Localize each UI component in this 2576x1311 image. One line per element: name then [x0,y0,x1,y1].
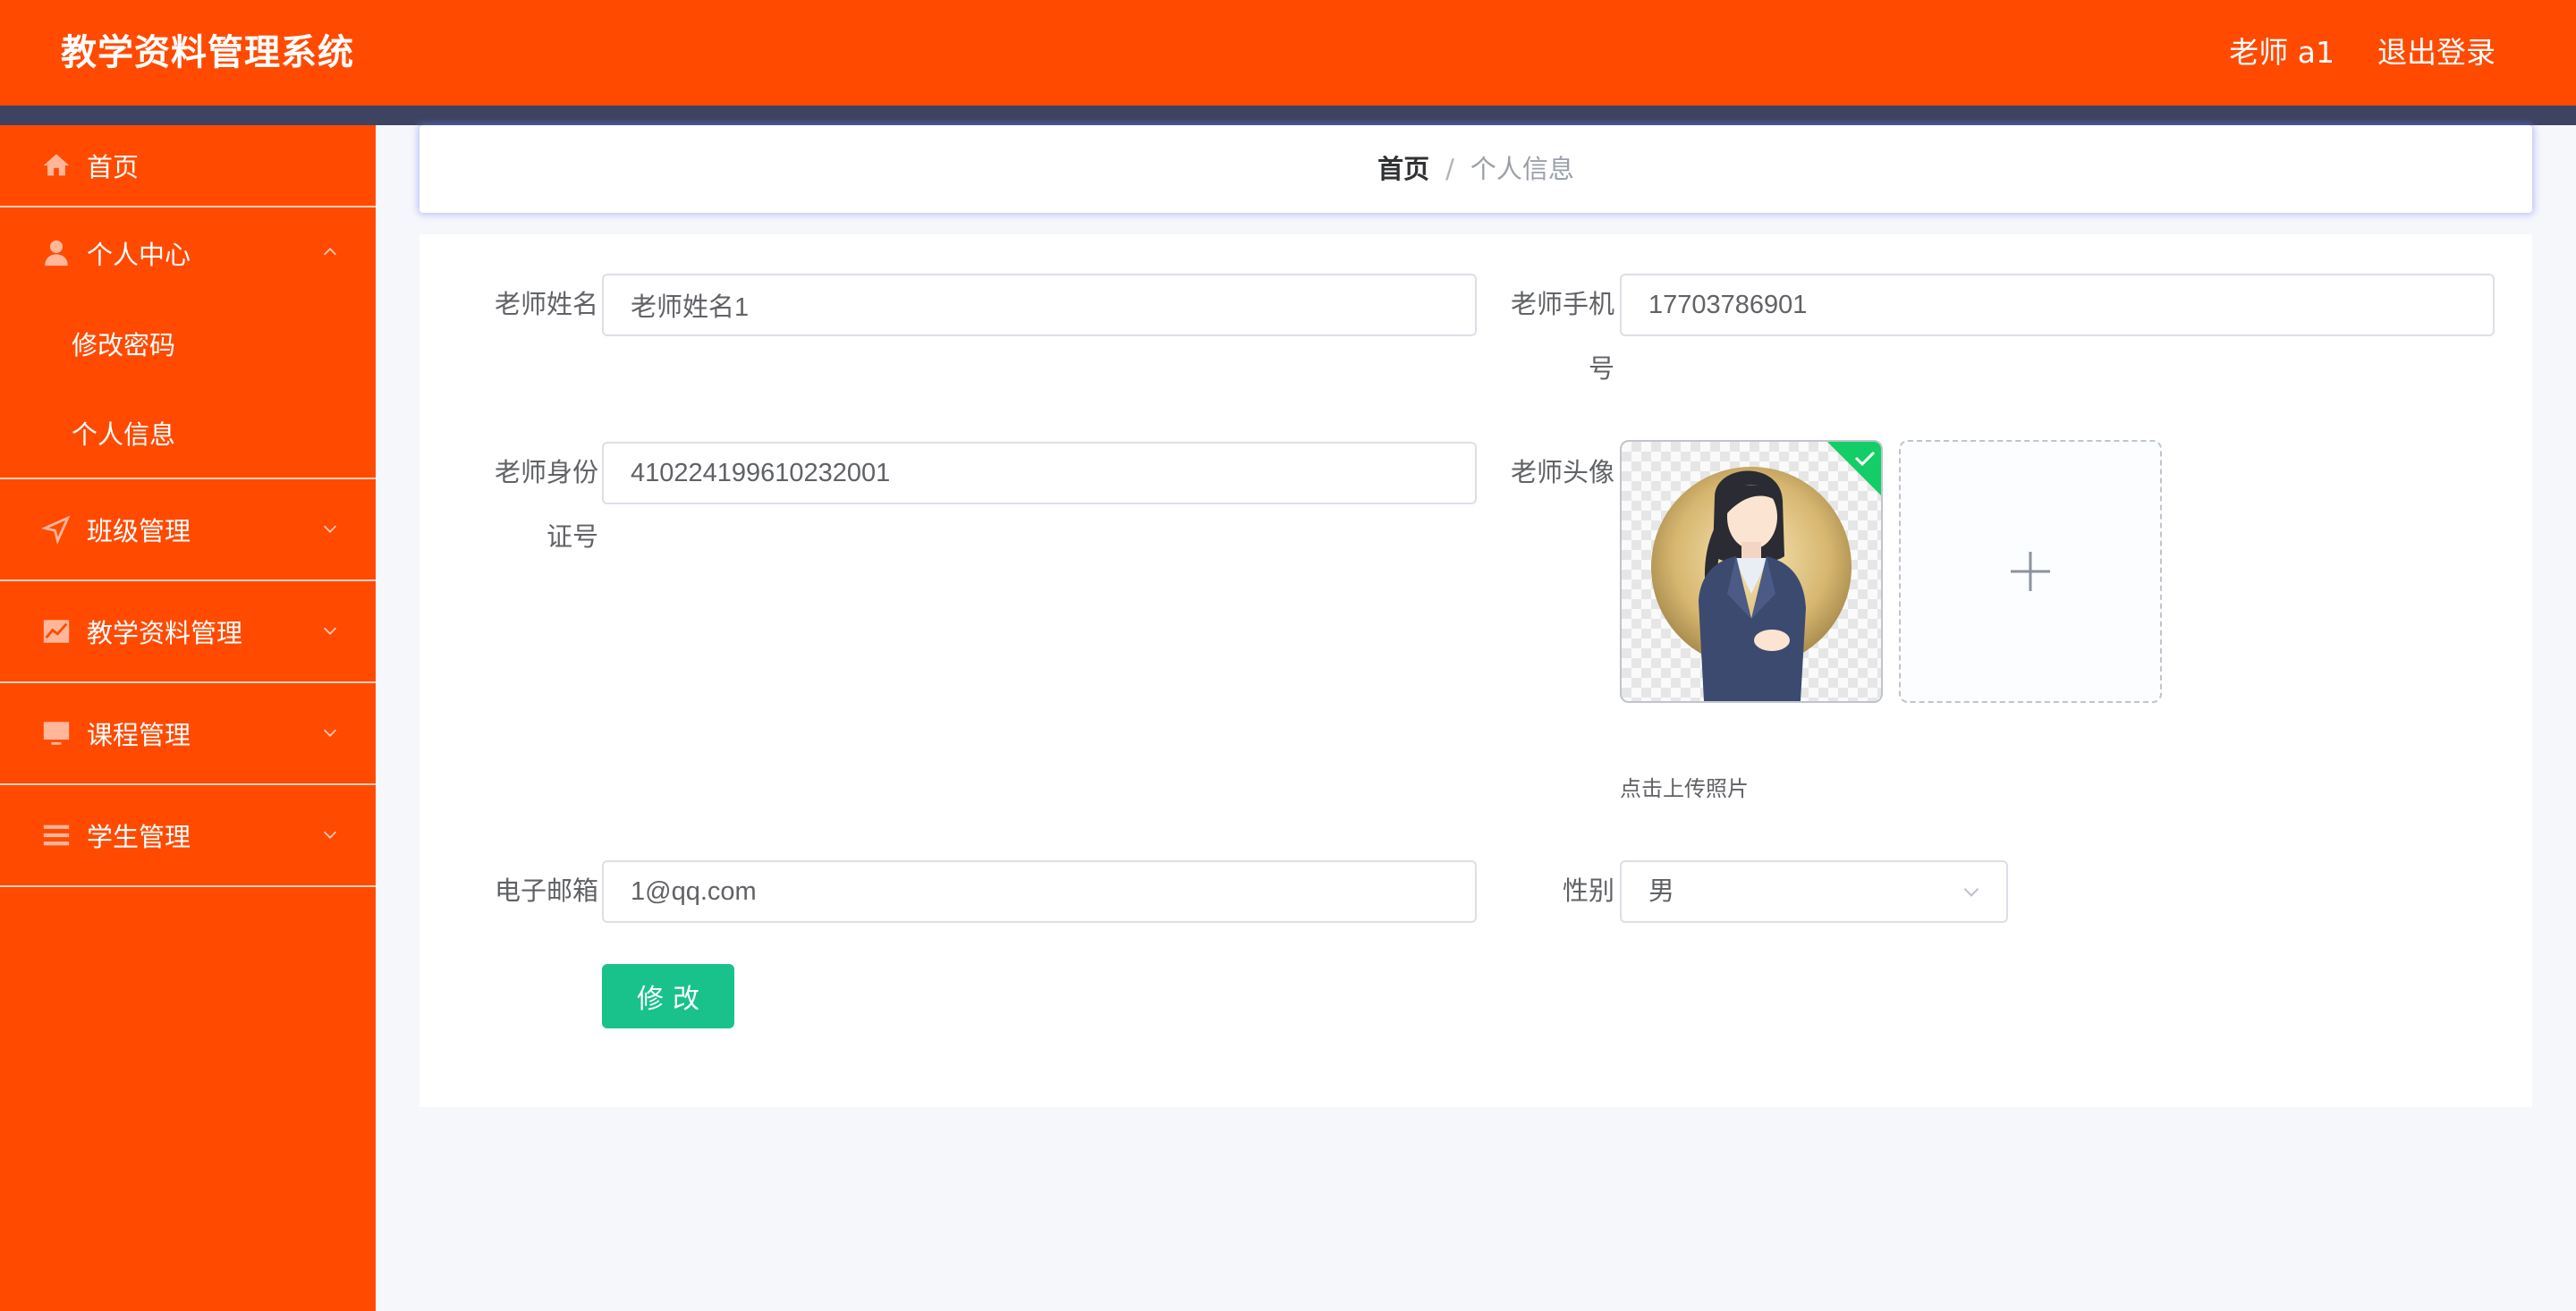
chevron-down-icon [323,525,337,533]
teacher-avatar-label: 老师头像 [1510,457,1614,487]
profile-form: 老师姓名 老师手机 号 老师身份 证号 老师头像 [419,234,2532,1107]
list-icon [43,825,70,846]
teacher-name-input[interactable] [602,274,1477,336]
sidebar-item-label: 教学资料管理 [87,618,243,648]
header-divider-bar [0,106,2576,125]
breadcrumb-card: 首页 / 个人信息 [419,125,2532,213]
teacher-name-label: 老师姓名 [494,289,598,319]
sidebar-item-student-management[interactable]: 学生管理 [0,785,376,887]
user-icon [45,240,68,266]
gender-selected-value: 男 [1648,877,1675,906]
sidebar-item-label: 学生管理 [87,822,191,852]
gender-select[interactable]: 男 [1620,860,2008,923]
sidebar-item-label: 首页 [87,152,140,182]
submit-button[interactable]: 修改 [602,964,734,1028]
teacher-id-label-line2: 证号 [546,521,598,552]
chevron-down-icon [1963,887,1979,897]
chevron-down-icon [323,729,337,737]
chart-icon [43,620,70,643]
avatar-upload-button[interactable] [1899,440,2162,703]
chevron-down-icon [323,627,337,635]
top-header: 教学资料管理系统 老师 a1 退出登录 [0,0,2576,106]
current-user: 老师 a1 [2229,35,2334,70]
sidebar-item-label: 班级管理 [87,516,191,546]
sidebar-item-label: 个人中心 [87,240,191,270]
sidebar: 首页 个人中心 修改密码 个人信息 班级管理 教学资料管理 课程管理 学生管理 [0,125,376,1311]
teacher-id-label: 老师身份 证号 [437,440,598,569]
email-input[interactable] [602,860,1477,923]
sidebar-item-course-management[interactable]: 课程管理 [0,683,376,785]
sidebar-subitem-change-password[interactable]: 修改密码 [0,299,376,388]
teacher-id-label-line1: 老师身份 [494,457,598,487]
sidebar-subitem-label: 修改密码 [72,330,176,360]
upload-success-badge [1827,442,1881,495]
home-icon [43,154,70,176]
breadcrumb-separator: / [1445,154,1454,184]
sidebar-subitem-personal-info[interactable]: 个人信息 [0,388,376,479]
teacher-phone-label: 老师手机 号 [1461,272,1614,401]
gender-label: 性别 [1562,875,1614,906]
sidebar-item-label: 课程管理 [87,720,191,750]
app-title: 教学资料管理系统 [61,32,354,73]
sidebar-subitem-label: 个人信息 [72,419,176,450]
plus-icon [2011,552,2050,591]
sidebar-item-personal-center[interactable]: 个人中心 [0,207,376,299]
teacher-id-input[interactable] [602,442,1477,504]
chevron-down-icon [323,831,337,839]
chevron-up-icon [323,248,337,256]
breadcrumb-home[interactable]: 首页 [1377,154,1429,184]
logout-link[interactable]: 退出登录 [2377,0,2496,106]
email-label: 电子邮箱 [494,875,598,906]
teacher-phone-input[interactable] [1620,274,2495,336]
sidebar-item-class-management[interactable]: 班级管理 [0,479,376,581]
breadcrumb-current: 个人信息 [1470,154,1574,184]
avatar-thumbnail[interactable] [1620,440,1883,703]
sidebar-item-teaching-materials[interactable]: 教学资料管理 [0,581,376,683]
monitor-icon [43,722,70,745]
sidebar-item-home[interactable]: 首页 [0,125,376,207]
breadcrumb: 首页 / 个人信息 [419,125,2532,213]
upload-hint: 点击上传照片 [1620,776,1749,801]
send-icon [41,515,71,545]
teacher-phone-label-line1: 老师手机 [1510,289,1614,319]
teacher-phone-label-line2: 号 [1588,353,1614,384]
